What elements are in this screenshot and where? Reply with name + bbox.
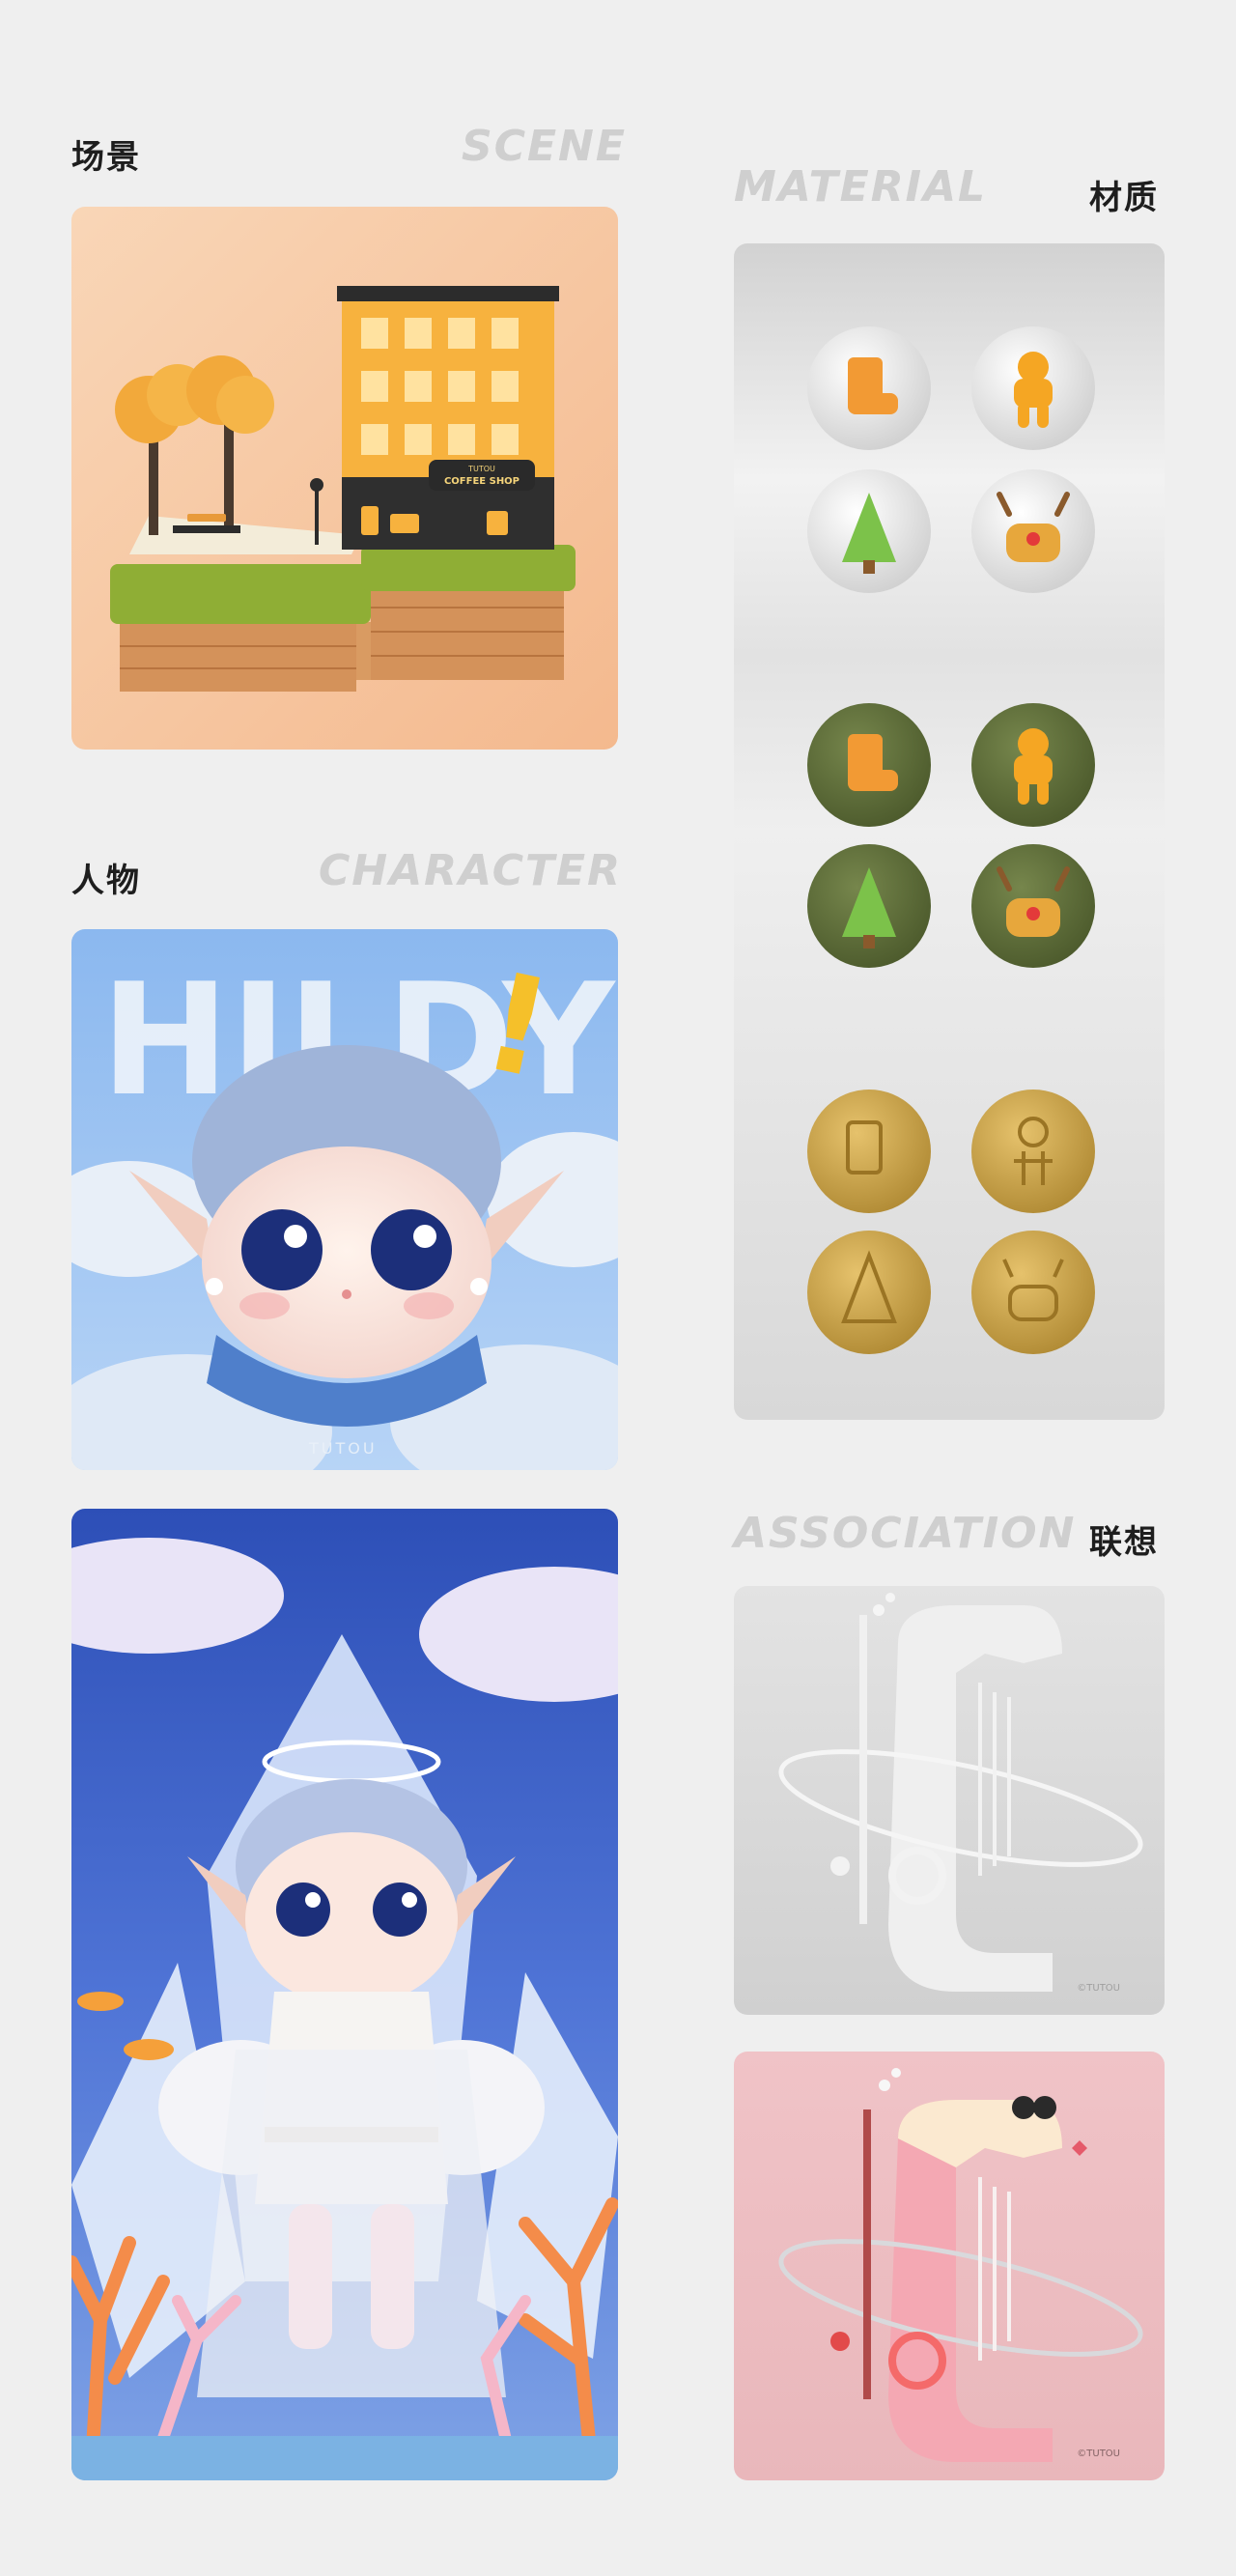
hildy-image: HILDY ! TUTOU — [71, 929, 618, 1470]
association-gray-image: ©TUTOU — [734, 1586, 1165, 2015]
association-gray-watermark: ©TUTOU — [1077, 1983, 1120, 1994]
scene-title-en: SCENE — [462, 122, 627, 171]
material-title-cn: 材质 — [1089, 179, 1159, 217]
association-pink-image: ©TUTOU — [734, 2052, 1165, 2480]
association-title-en: ASSOCIATION — [734, 1509, 1077, 1558]
material-title-en: MATERIAL — [734, 162, 988, 212]
association-title-cn: 联想 — [1089, 1523, 1159, 1562]
character-title-cn: 人物 — [71, 862, 141, 900]
scene-title-cn: 场景 — [71, 138, 141, 177]
sign-top-text: TUTOU — [467, 465, 495, 473]
angel-character-image — [71, 1509, 618, 2480]
character-title-en: CHARACTER — [319, 846, 622, 895]
sign-main-text: COFFEE SHOP — [444, 476, 520, 487]
association-pink-watermark: ©TUTOU — [1077, 2449, 1120, 2459]
material-image — [734, 243, 1165, 1420]
scene-image: TUTOU COFFEE SHOP — [71, 207, 618, 750]
hildy-watermark: TUTOU — [309, 1439, 378, 1458]
